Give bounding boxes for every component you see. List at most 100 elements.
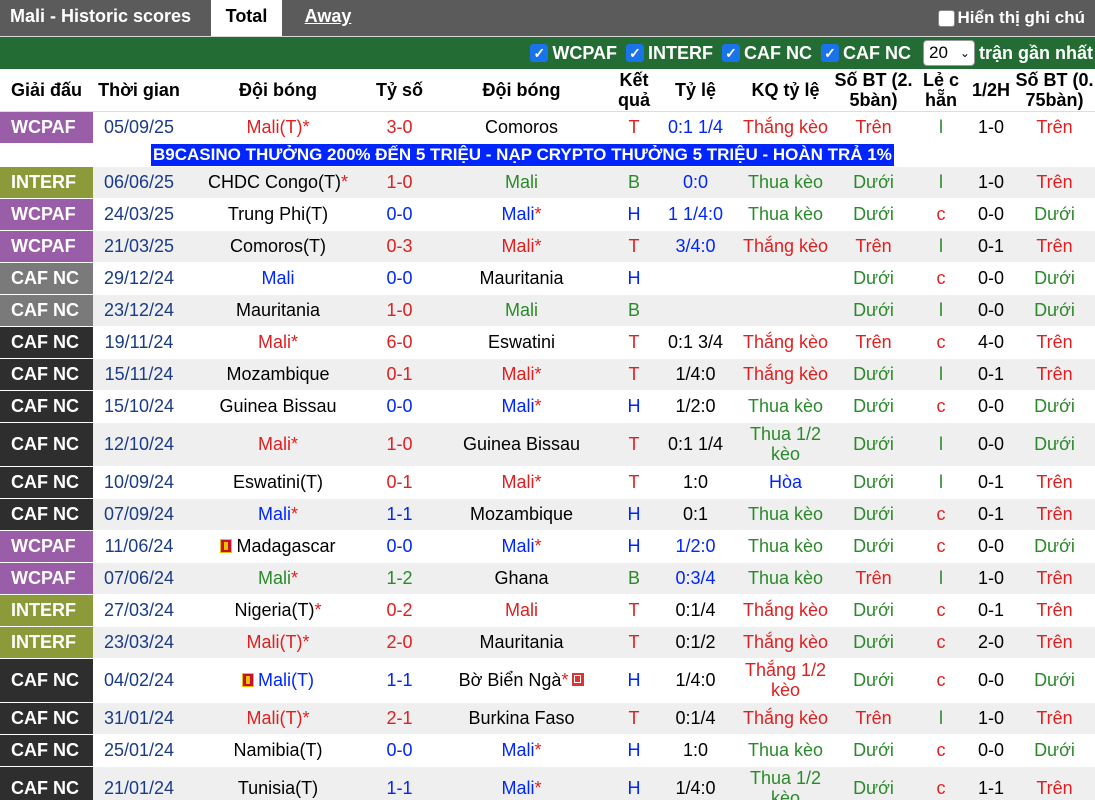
score[interactable]: 2-0 bbox=[371, 626, 428, 659]
home-team[interactable]: Mali* bbox=[185, 498, 371, 531]
league-badge[interactable]: CAF NC bbox=[0, 294, 93, 327]
score[interactable]: 0-1 bbox=[371, 358, 428, 391]
away-team[interactable]: Comoros bbox=[428, 111, 615, 144]
score[interactable]: 6-0 bbox=[371, 326, 428, 359]
table-row[interactable]: WCPAF 24/03/25 Trung Phi(T) 0-0 Mali* H 1 1/4:… bbox=[0, 198, 1095, 231]
filter-caf-nc[interactable]: ✓ CAF NC bbox=[721, 43, 812, 64]
score[interactable]: 1-1 bbox=[371, 766, 428, 800]
checkmark-icon[interactable]: ✓ bbox=[625, 44, 644, 62]
league-badge[interactable]: CAF NC bbox=[0, 466, 93, 499]
table-row[interactable]: CAF NC 29/12/24 Mali 0-0 Mauritania H Dưới c 0-0… bbox=[0, 262, 1095, 295]
league-badge[interactable]: CAF NC bbox=[0, 358, 93, 391]
score[interactable]: 0-0 bbox=[371, 198, 428, 231]
home-team[interactable]: Mali* bbox=[185, 326, 371, 359]
checkmark-icon[interactable]: ✓ bbox=[721, 44, 740, 62]
league-badge[interactable]: WCPAF bbox=[0, 111, 93, 144]
table-row[interactable]: INTERF 06/06/25 CHDC Congo(T)* 1-0 Mali B 0:0 T… bbox=[0, 166, 1095, 199]
table-row[interactable]: INTERF 27/03/24 Nigeria(T)* 0-2 Mali T 0:1/4 Th… bbox=[0, 594, 1095, 627]
league-badge[interactable]: WCPAF bbox=[0, 230, 93, 263]
table-row[interactable]: WCPAF 11/06/24 Madagascar 0-0 Mali* H 1/2:0 Thu… bbox=[0, 530, 1095, 563]
home-team[interactable]: Mali* bbox=[185, 422, 371, 467]
tab-total[interactable]: Total bbox=[211, 0, 282, 36]
away-team[interactable]: Mali* bbox=[428, 390, 615, 423]
away-team[interactable]: Mali* bbox=[428, 198, 615, 231]
home-team[interactable]: Mozambique bbox=[185, 358, 371, 391]
home-team[interactable]: Mali(T)* bbox=[185, 626, 371, 659]
score[interactable]: 1-0 bbox=[371, 294, 428, 327]
home-team[interactable]: Mali bbox=[185, 262, 371, 295]
home-team[interactable]: Nigeria(T)* bbox=[185, 594, 371, 627]
league-badge[interactable]: CAF NC bbox=[0, 658, 93, 703]
league-badge[interactable]: INTERF bbox=[0, 594, 93, 627]
score[interactable]: 0-1 bbox=[371, 466, 428, 499]
league-badge[interactable]: CAF NC bbox=[0, 734, 93, 767]
league-badge[interactable]: WCPAF bbox=[0, 198, 93, 231]
league-badge[interactable]: CAF NC bbox=[0, 702, 93, 735]
table-row[interactable]: CAF NC 21/01/24 Tunisia(T) 1-1 Mali* H 1/4:0 Th… bbox=[0, 766, 1095, 800]
away-team[interactable]: Mali* bbox=[428, 530, 615, 563]
table-row[interactable]: CAF NC 15/10/24 Guinea Bissau 0-0 Mali* H 1/2:… bbox=[0, 390, 1095, 423]
table-row[interactable]: INTERF 23/03/24 Mali(T)* 2-0 Mauritania T 0:1/… bbox=[0, 626, 1095, 659]
away-team[interactable]: Mali* bbox=[428, 766, 615, 800]
league-badge[interactable]: CAF NC bbox=[0, 262, 93, 295]
league-badge[interactable]: WCPAF bbox=[0, 562, 93, 595]
league-badge[interactable]: CAF NC bbox=[0, 422, 93, 467]
home-team[interactable]: Mali(T)* bbox=[185, 111, 371, 144]
table-row[interactable]: WCPAF 07/06/24 Mali* 1-2 Ghana B 0:3/4 Thua kèo… bbox=[0, 562, 1095, 595]
score[interactable]: 0-0 bbox=[371, 390, 428, 423]
home-team[interactable]: Mali* bbox=[185, 562, 371, 595]
table-row[interactable]: CAF NC 25/01/24 Namibia(T) 0-0 Mali* H 1:0 Thua… bbox=[0, 734, 1095, 767]
table-row[interactable]: CAF NC 31/01/24 Mali(T)* 2-1 Burkina Faso T 0:… bbox=[0, 702, 1095, 735]
home-team[interactable]: Trung Phi(T) bbox=[185, 198, 371, 231]
table-row[interactable]: CAF NC 23/12/24 Mauritania 1-0 Mali B Dưới l 0-0… bbox=[0, 294, 1095, 327]
home-team[interactable]: Comoros(T) bbox=[185, 230, 371, 263]
filter-wcpaf[interactable]: ✓ WCPAF bbox=[530, 43, 617, 64]
show-notes-toggle[interactable]: Hiển thị ghi chú bbox=[937, 0, 1085, 36]
away-team[interactable]: Bờ Biển Ngà* bbox=[428, 658, 615, 703]
checkmark-icon[interactable]: ✓ bbox=[820, 44, 839, 62]
away-team[interactable]: Guinea Bissau bbox=[428, 422, 615, 467]
away-team[interactable]: Mali* bbox=[428, 358, 615, 391]
score[interactable]: 1-0 bbox=[371, 166, 428, 199]
home-team[interactable]: Madagascar bbox=[185, 530, 371, 563]
table-row[interactable]: CAF NC 12/10/24 Mali* 1-0 Guinea Bissau T 0:1 … bbox=[0, 422, 1095, 467]
score[interactable]: 1-1 bbox=[371, 498, 428, 531]
league-badge[interactable]: CAF NC bbox=[0, 390, 93, 423]
league-badge[interactable]: CAF NC bbox=[0, 326, 93, 359]
home-team[interactable]: Mali(T) bbox=[185, 658, 371, 703]
score[interactable]: 1-2 bbox=[371, 562, 428, 595]
score[interactable]: 1-0 bbox=[371, 422, 428, 467]
away-team[interactable]: Mauritania bbox=[428, 262, 615, 295]
home-team[interactable]: Guinea Bissau bbox=[185, 390, 371, 423]
score[interactable]: 0-0 bbox=[371, 262, 428, 295]
away-team[interactable]: Mauritania bbox=[428, 626, 615, 659]
home-team[interactable]: Tunisia(T) bbox=[185, 766, 371, 800]
score[interactable]: 3-0 bbox=[371, 111, 428, 144]
league-badge[interactable]: CAF NC bbox=[0, 498, 93, 531]
table-row[interactable]: CAF NC 10/09/24 Eswatini(T) 0-1 Mali* T 1:0 Hòa… bbox=[0, 466, 1095, 499]
away-team[interactable]: Mali bbox=[428, 166, 615, 199]
home-team[interactable]: Eswatini(T) bbox=[185, 466, 371, 499]
away-team[interactable]: Burkina Faso bbox=[428, 702, 615, 735]
home-team[interactable]: Namibia(T) bbox=[185, 734, 371, 767]
score[interactable]: 2-1 bbox=[371, 702, 428, 735]
table-row[interactable]: WCPAF 05/09/25 Mali(T)* 3-0 Comoros T 0:1 1/4 T… bbox=[0, 111, 1095, 144]
away-team[interactable]: Eswatini bbox=[428, 326, 615, 359]
filter-caf-nc-2[interactable]: ✓ CAF NC bbox=[820, 43, 911, 64]
match-count-select[interactable]: 20 ⌄ bbox=[922, 40, 975, 66]
league-badge[interactable]: INTERF bbox=[0, 166, 93, 199]
ad-banner-link[interactable]: B9CASINO THƯỞNG 200% ĐẾN 5 TRIỆU - NẠP C… bbox=[151, 143, 894, 165]
home-team[interactable]: CHDC Congo(T)* bbox=[185, 166, 371, 199]
away-team[interactable]: Mali bbox=[428, 594, 615, 627]
home-team[interactable]: Mali(T)* bbox=[185, 702, 371, 735]
home-team[interactable]: Mauritania bbox=[185, 294, 371, 327]
table-row[interactable]: CAF NC 07/09/24 Mali* 1-1 Mozambique H 0:1 Thua… bbox=[0, 498, 1095, 531]
score[interactable]: 1-1 bbox=[371, 658, 428, 703]
checkbox-icon[interactable] bbox=[937, 9, 955, 27]
away-team[interactable]: Mali* bbox=[428, 230, 615, 263]
away-team[interactable]: Mali bbox=[428, 294, 615, 327]
checkmark-icon[interactable]: ✓ bbox=[530, 44, 549, 62]
away-team[interactable]: Ghana bbox=[428, 562, 615, 595]
table-row[interactable]: CAF NC 19/11/24 Mali* 6-0 Eswatini T 0:1 3/4 Th… bbox=[0, 326, 1095, 359]
score[interactable]: 0-3 bbox=[371, 230, 428, 263]
